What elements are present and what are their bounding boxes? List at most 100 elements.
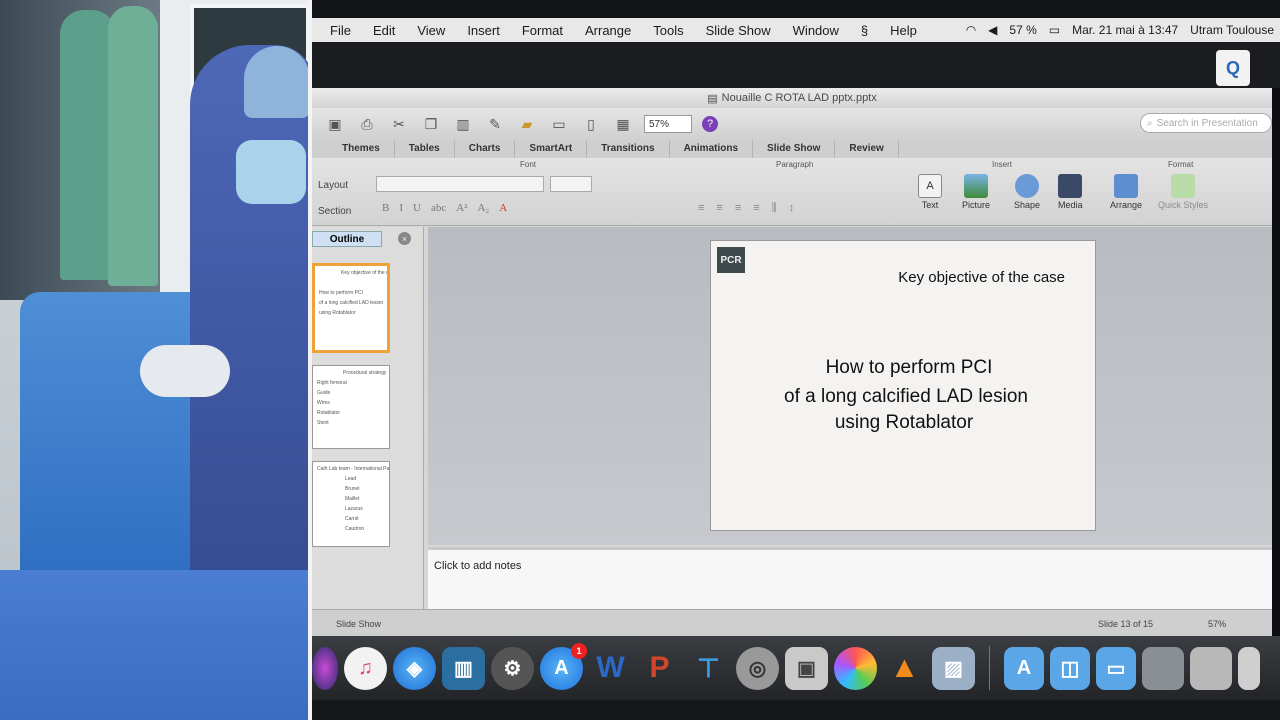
notes-pane[interactable]: Click to add notes [428, 547, 1272, 609]
align-left-button[interactable]: ≡ [698, 202, 704, 215]
photo-booth-icon[interactable]: ▥ [442, 646, 485, 690]
underline-button[interactable]: U [413, 202, 421, 214]
format-painter-icon[interactable]: ✎ [484, 114, 506, 134]
wifi-icon[interactable]: ◠ [966, 23, 976, 37]
slide-thumbnail[interactable]: Cath Lab team - International Panel Lead… [312, 461, 390, 547]
slide-editing-area[interactable]: PCR Key objective of the case How to per… [428, 227, 1272, 545]
menu-view[interactable]: View [406, 23, 456, 38]
insert-text-button[interactable]: A Text [918, 174, 942, 210]
view-mode-label[interactable]: Slide Show [336, 619, 381, 629]
slide-title[interactable]: Key objective of the case [898, 269, 1065, 286]
applications-folder-icon[interactable]: A [1004, 646, 1044, 690]
slide-show-icon[interactable]: ▦ [612, 114, 634, 134]
image-capture-icon[interactable]: ▣ [785, 646, 828, 690]
layout-button[interactable]: Layout [318, 180, 348, 191]
safari-icon[interactable]: ◈ [393, 646, 436, 690]
subscript-button[interactable]: A₂ [477, 202, 489, 214]
section-button[interactable]: Section [318, 206, 351, 217]
current-slide[interactable]: PCR Key objective of the case How to per… [710, 240, 1096, 531]
bold-button[interactable]: B [382, 202, 389, 214]
downloads-folder-icon[interactable]: ▭ [1096, 646, 1136, 690]
tab-smartart[interactable]: SmartArt [515, 140, 588, 158]
itunes-icon[interactable]: ♫ [344, 646, 387, 690]
slide-counter: Slide 13 of 15 [1098, 619, 1154, 629]
vlc-icon[interactable]: ▲ [883, 647, 926, 690]
slide-thumbnail-selected[interactable]: Key objective of the case How to perform… [312, 263, 390, 353]
font-size-field[interactable] [550, 176, 592, 192]
menu-slide-show[interactable]: Slide Show [695, 23, 782, 38]
menu-tools[interactable]: Tools [642, 23, 694, 38]
tab-tables[interactable]: Tables [395, 140, 455, 158]
battery-icon[interactable]: ▭ [1049, 23, 1060, 37]
tab-transitions[interactable]: Transitions [587, 140, 670, 158]
close-icon[interactable]: × [398, 232, 411, 245]
slide-body-line: using Rotablator [834, 412, 974, 433]
align-center-button[interactable]: ≡ [716, 202, 722, 215]
new-slide-icon[interactable]: ▯ [580, 114, 602, 134]
trash-icon[interactable] [1238, 646, 1260, 690]
toolbox-icon[interactable]: ▭ [548, 114, 570, 134]
paste-icon[interactable]: ▥ [452, 114, 474, 134]
clock[interactable]: Mar. 21 mai à 13:47 [1072, 23, 1178, 37]
word-icon[interactable]: W [589, 647, 632, 690]
tab-themes[interactable]: Themes [328, 140, 395, 158]
recent-file-icon[interactable] [1142, 646, 1184, 690]
italic-button[interactable]: I [399, 202, 403, 214]
quicktime-icon[interactable]: Q [1216, 50, 1250, 86]
tab-charts[interactable]: Charts [455, 140, 516, 158]
window-titlebar[interactable]: ▤ Nouaille C ROTA LAD pptx.pptx [312, 88, 1272, 108]
zoom-select[interactable]: 57% [644, 115, 692, 133]
columns-button[interactable]: ⫼ [772, 202, 777, 215]
menu-insert[interactable]: Insert [456, 23, 511, 38]
insert-media-button[interactable]: Media [1058, 174, 1083, 210]
print-icon[interactable]: ⎙ [356, 114, 378, 134]
powerpoint-icon[interactable]: P [638, 647, 681, 690]
battery-percent[interactable]: 57 % [1009, 23, 1036, 37]
dvd-player-icon[interactable]: ◎ [736, 646, 779, 690]
copy-icon[interactable]: ❐ [420, 114, 442, 134]
font-name-field[interactable] [376, 176, 544, 192]
documents-folder-icon[interactable]: ◫ [1050, 646, 1090, 690]
iphoto-icon[interactable]: ▨ [932, 646, 975, 690]
media-browser-icon[interactable]: ▰ [516, 114, 538, 134]
menu-format[interactable]: Format [511, 23, 574, 38]
tab-outline[interactable]: Outline [312, 231, 382, 247]
search-field[interactable]: ⌕ Search in Presentation [1140, 113, 1272, 133]
script-menu-icon[interactable]: § [850, 23, 879, 38]
recent-file-icon[interactable] [1190, 646, 1232, 690]
menu-edit[interactable]: Edit [362, 23, 406, 38]
preview-icon[interactable]: ⚙ [491, 646, 534, 690]
menu-arrange[interactable]: Arrange [574, 23, 642, 38]
justify-button[interactable]: ≡ [753, 202, 759, 215]
tab-animations[interactable]: Animations [670, 140, 754, 158]
line-spacing-button[interactable]: ↕ [789, 202, 795, 215]
tab-review[interactable]: Review [835, 140, 899, 158]
slide-thumbnail[interactable]: Procedural strategy Right femoral Guide … [312, 365, 390, 449]
shadow-button[interactable]: abc [431, 202, 446, 214]
group-label-paragraph: Paragraph [776, 160, 814, 169]
help-icon[interactable]: ? [702, 116, 718, 132]
insert-shape-button[interactable]: Shape [1014, 174, 1040, 210]
photos-icon[interactable] [834, 646, 877, 690]
tab-slide-show[interactable]: Slide Show [753, 140, 836, 158]
insert-picture-button[interactable]: Picture [962, 174, 990, 210]
cut-icon[interactable]: ✂ [388, 114, 410, 134]
app-store-icon[interactable]: A 1 [540, 642, 587, 690]
thumb-line: Lead [345, 476, 357, 482]
align-right-button[interactable]: ≡ [735, 202, 741, 215]
quick-styles-button[interactable]: Quick Styles [1158, 174, 1208, 210]
media-icon [1058, 174, 1083, 198]
arrange-button[interactable]: Arrange [1110, 174, 1142, 210]
menu-file[interactable]: File [312, 23, 362, 38]
font-color-button[interactable]: A [499, 202, 507, 214]
slide-body[interactable]: How to perform PCI of a long calcified L… [711, 353, 1097, 435]
superscript-button[interactable]: A² [456, 202, 467, 214]
user-name[interactable]: Utram Toulouse [1190, 23, 1274, 37]
status-zoom[interactable]: 57% [1208, 619, 1226, 629]
menu-window[interactable]: Window [782, 23, 850, 38]
menu-help[interactable]: Help [879, 23, 928, 38]
save-icon[interactable]: ▣ [324, 114, 346, 134]
siri-icon[interactable] [312, 646, 338, 690]
volume-icon[interactable]: ◀ [988, 23, 997, 37]
keynote-icon[interactable]: ⊤ [687, 647, 730, 690]
